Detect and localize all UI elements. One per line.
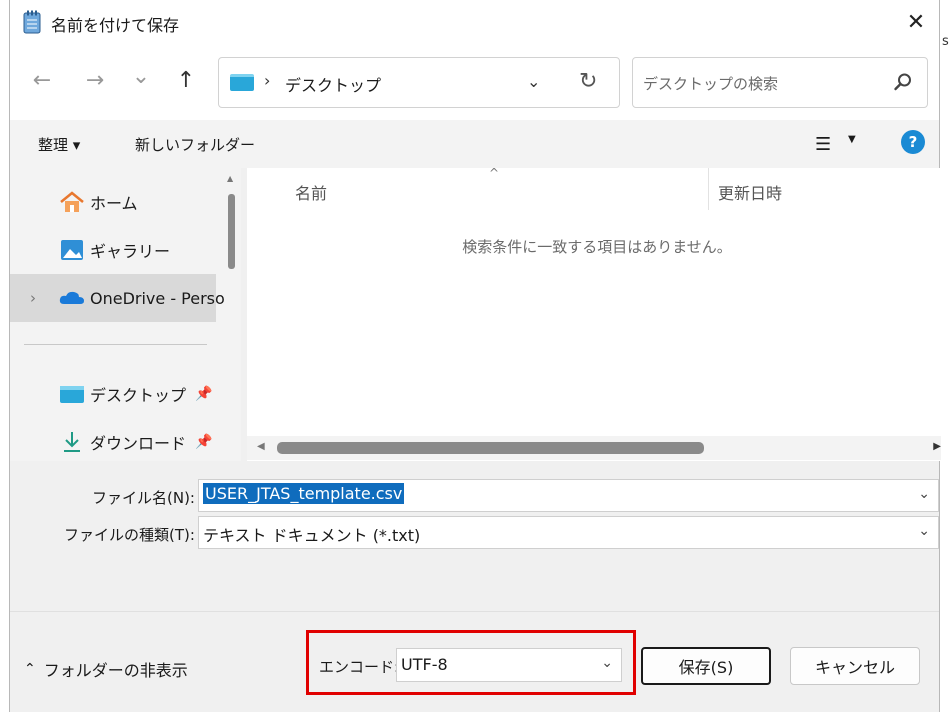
sidebar-item-onedrive[interactable]: › OneDrive - Perso (10, 274, 225, 322)
title-bar: 名前を付けて保存 ✕ (10, 0, 939, 45)
view-dropdown-icon[interactable]: ▼ (848, 134, 856, 145)
search-placeholder[interactable]: デスクトップの検索 (643, 73, 778, 94)
hide-folders-button[interactable]: ⌃ フォルダーの非表示 (24, 657, 188, 681)
close-button[interactable]: ✕ (893, 0, 939, 45)
view-list-icon[interactable]: ☰ (815, 134, 831, 155)
filetype-value: テキスト ドキュメント (*.txt) (203, 526, 421, 545)
pin-icon[interactable]: 📌 (195, 386, 212, 402)
onedrive-cloud-icon (59, 291, 84, 304)
pin-icon[interactable]: 📌 (195, 434, 212, 450)
search-icon[interactable] (893, 72, 913, 92)
forward-button[interactable]: → (80, 65, 110, 95)
scrollbar-thumb[interactable] (277, 442, 704, 454)
sidebar-item-label: デスクトップ (90, 386, 187, 405)
command-bar: 整理 ▾ 新しいフォルダー ☰ ▼ ? (10, 120, 939, 168)
scrollbar-thumb[interactable] (228, 194, 235, 269)
desktop-folder-icon (230, 74, 254, 91)
sidebar-item-home[interactable]: ホーム (10, 178, 216, 226)
file-list: ^ 名前 更新日時 検索条件に一致する項目はありません。 ◀ ▶ (247, 166, 941, 461)
save-button[interactable]: 保存(S) (641, 647, 771, 685)
encoding-value: UTF-8 (401, 655, 448, 674)
empty-message: 検索条件に一致する項目はありません。 (462, 238, 732, 256)
chevron-down-icon[interactable]: ⌄ (918, 523, 930, 539)
sort-ascending-icon: ^ (489, 166, 500, 180)
filetype-label: ファイルの種類(T): (64, 526, 195, 544)
new-folder-button[interactable]: 新しいフォルダー (135, 134, 255, 155)
chevron-up-icon: ⌃ (24, 661, 36, 677)
window-title: 名前を付けて保存 (51, 16, 180, 35)
refresh-icon[interactable]: ↻ (579, 69, 597, 94)
notepad-icon (23, 10, 41, 34)
up-button[interactable]: ↑ (171, 65, 201, 95)
search-box[interactable]: デスクトップの検索 (632, 57, 928, 108)
breadcrumb-desktop[interactable]: デスクトップ (285, 72, 381, 96)
encoding-label: エンコード: (319, 658, 400, 676)
save-as-dialog: 名前を付けて保存 ✕ ← → ⌄ ↑ › デスクトップ ⌄ ↻ デスクトップの検… (9, 0, 941, 712)
sidebar-scrollbar[interactable]: ▲ (224, 168, 240, 461)
encoding-select[interactable]: UTF-8 ⌄ (396, 648, 622, 682)
sidebar-item-downloads[interactable]: ダウンロード 📌 (10, 418, 216, 461)
navigation-pane: ホーム ギャラリー › OneDrive - Perso デスクトップ 📌 ダウ… (10, 168, 241, 461)
sidebar-item-label: ホーム (90, 194, 138, 213)
file-fields: ファイル名(N): USER_JTAS_template.csv ⌄ ファイルの… (10, 461, 939, 611)
sidebar-item-label: OneDrive - Perso (90, 288, 225, 308)
breadcrumb-chevron-icon[interactable]: › (264, 71, 270, 90)
sidebar-item-label: ギャラリー (90, 242, 171, 261)
sidebar-item-gallery[interactable]: ギャラリー (10, 226, 216, 274)
close-icon: ✕ (906, 10, 926, 35)
column-header-name[interactable]: 名前 (295, 180, 327, 204)
arrow-right-icon: → (85, 67, 105, 93)
filetype-select[interactable]: テキスト ドキュメント (*.txt) ⌄ (198, 516, 939, 549)
address-dropdown-icon[interactable]: ⌄ (527, 72, 540, 91)
back-button[interactable]: ← (27, 65, 57, 95)
chevron-down-icon[interactable]: ⌄ (918, 486, 930, 502)
chevron-down-icon: ⌄ (131, 63, 151, 89)
sidebar-item-label: ダウンロード (90, 434, 187, 453)
column-divider[interactable] (708, 168, 709, 210)
chevron-right-icon[interactable]: › (30, 289, 36, 307)
desktop-folder-icon (60, 386, 84, 403)
help-icon[interactable]: ? (901, 130, 925, 154)
horizontal-scrollbar[interactable]: ◀ ▶ (247, 436, 941, 460)
column-header-modified[interactable]: 更新日時 (718, 180, 782, 204)
arrow-left-icon: ← (32, 67, 52, 93)
recent-locations-button[interactable]: ⌄ (126, 61, 156, 91)
gallery-icon (61, 240, 83, 260)
filename-value[interactable]: USER_JTAS_template.csv (203, 483, 405, 504)
arrow-up-icon: ↑ (176, 67, 196, 93)
navigation-bar: ← → ⌄ ↑ › デスクトップ ⌄ ↻ デスクトップの検索 (10, 45, 939, 120)
organize-button[interactable]: 整理 ▾ (38, 134, 80, 155)
download-icon (64, 432, 80, 452)
bottom-bar: ⌃ フォルダーの非表示 エンコード: UTF-8 ⌄ 保存(S) キャンセル (10, 611, 939, 712)
sidebar-divider (24, 344, 207, 345)
chevron-down-icon[interactable]: ⌄ (601, 655, 613, 671)
address-bar[interactable]: › デスクトップ ⌄ ↻ (218, 57, 620, 108)
home-icon (60, 191, 84, 212)
filename-label: ファイル名(N): (92, 489, 195, 507)
scroll-up-icon[interactable]: ▲ (227, 174, 233, 183)
scroll-right-icon[interactable]: ▶ (933, 441, 941, 452)
sidebar-item-desktop[interactable]: デスクトップ 📌 (10, 370, 216, 418)
scroll-left-icon[interactable]: ◀ (257, 441, 265, 452)
background-window-edge: s (940, 0, 951, 723)
cancel-button[interactable]: キャンセル (790, 647, 920, 685)
filename-input[interactable]: USER_JTAS_template.csv ⌄ (198, 479, 939, 512)
